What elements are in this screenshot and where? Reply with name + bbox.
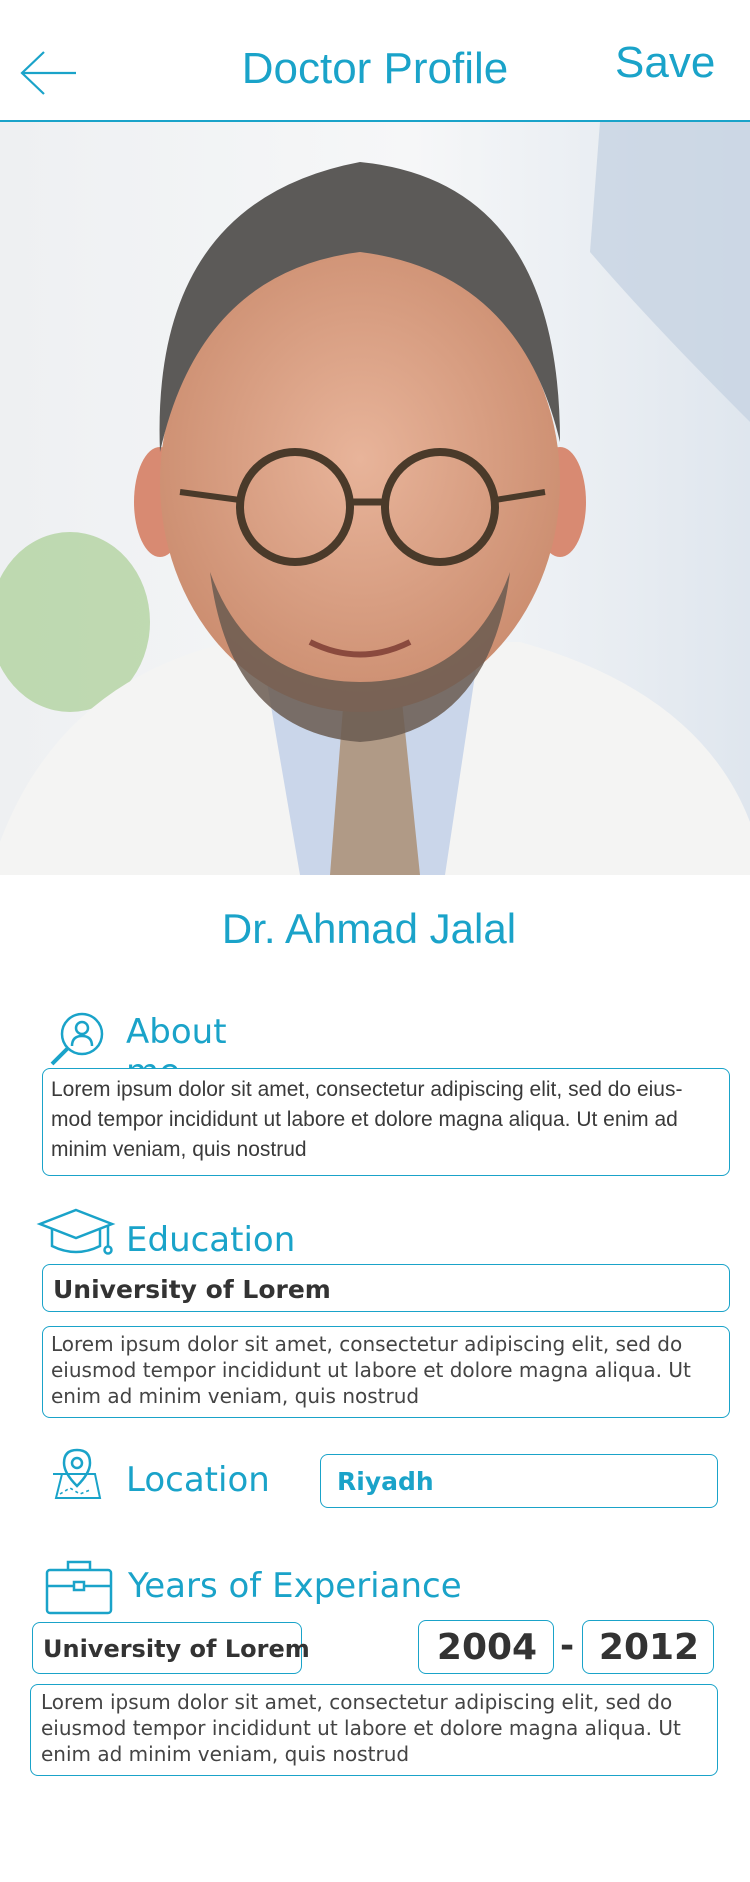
doctor-photo [0,122,750,875]
education-title: Education [126,1220,296,1260]
experience-description-box[interactable]: Lorem ipsum dolor sit amet, consectetur … [30,1684,718,1776]
profile-search-icon [50,1012,104,1066]
save-button[interactable]: Save [615,38,715,88]
graduation-cap-icon [36,1208,116,1255]
experience-place-value: University of Lorem [43,1635,310,1663]
experience-from-field[interactable]: 2004 [418,1620,554,1674]
page-title: Doctor Profile [241,44,509,93]
doctor-name: Dr. Ahmad Jalal [221,905,517,952]
location-value: Riyadh [337,1467,434,1496]
education-text: Lorem ipsum dolor sit amet, consectetur … [51,1332,691,1408]
map-pin-icon [53,1448,102,1499]
location-field[interactable]: Riyadh [320,1454,718,1508]
experience-from-value: 2004 [436,1627,538,1668]
education-description-box[interactable]: Lorem ipsum dolor sit amet, consectetur … [42,1326,730,1418]
experience-to-value: 2012 [598,1627,700,1668]
experience-year-separator: - [560,1626,575,1666]
experience-to-field[interactable]: 2012 [582,1620,714,1674]
about-text: Lorem ipsum dolor sit amet, consectetur … [51,1078,683,1161]
education-school-value: University of Lorem [53,1275,331,1304]
education-school-field[interactable]: University of Lorem [42,1264,730,1312]
experience-title: Years of Experiance [128,1566,462,1606]
arrow-left-icon [20,51,76,95]
back-button[interactable] [18,48,80,98]
location-title: Location [126,1460,270,1500]
briefcase-icon [45,1560,113,1615]
experience-place-field[interactable]: University of Lorem [32,1622,310,1674]
experience-text: Lorem ipsum dolor sit amet, consectetur … [41,1690,681,1766]
about-box[interactable]: Lorem ipsum dolor sit amet, consectetur … [42,1068,730,1176]
